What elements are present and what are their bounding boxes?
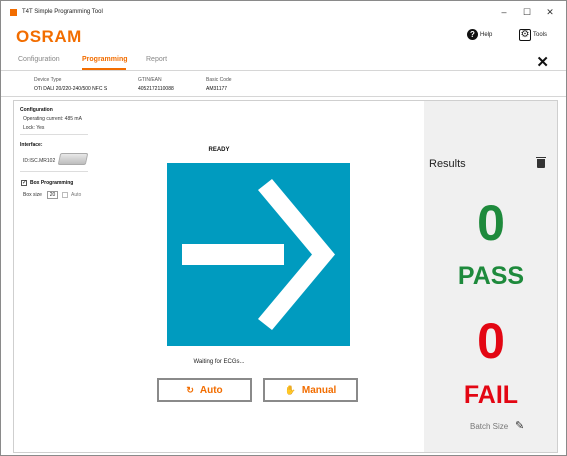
device-code-key: Basic Code: [206, 77, 232, 83]
trash-icon[interactable]: [536, 157, 546, 168]
programming-panel: Configuration Operating current: 485 mA …: [14, 101, 424, 452]
device-code-value: AM31177: [206, 86, 228, 92]
pass-label: PASS: [457, 262, 525, 290]
arrow-right-icon: [182, 179, 335, 330]
window-close-button[interactable]: ✕: [541, 5, 559, 19]
fail-count: 0: [477, 313, 505, 369]
body-area: Configuration Operating current: 485 mA …: [13, 100, 558, 453]
interface-id: ID:ISC.MR102: [23, 158, 56, 164]
results-panel: Results 0 PASS 0 FAIL Batch Size ✎: [425, 101, 557, 452]
status-waiting: Waiting for ECGs...: [193, 359, 245, 365]
tools-icon: ⚙: [519, 29, 531, 41]
window-title: T4T Simple Programming Tool: [22, 9, 103, 15]
manual-button-label: Manual: [301, 384, 337, 396]
status-ready: READY: [208, 147, 230, 153]
minimize-button[interactable]: –: [495, 5, 513, 19]
tab-configuration[interactable]: Configuration: [18, 56, 60, 63]
app-icon: [10, 8, 17, 16]
device-gtin-value: 4052172110088: [138, 86, 174, 92]
help-icon: ?: [467, 29, 478, 40]
title-bar: T4T Simple Programming Tool – ☐ ✕: [1, 1, 566, 23]
lock-status: Lock: Yes: [23, 125, 45, 131]
active-tab-indicator: [82, 68, 126, 70]
close-icon[interactable]: ✕: [536, 53, 549, 71]
help-label: Help: [480, 31, 493, 38]
divider: [20, 134, 88, 135]
device-info-bar: Device Type OTi DALI 20/220-240/500 NFC …: [1, 73, 566, 97]
device-type: Device Type OTi DALI 20/220-240/500 NFC …: [34, 77, 107, 92]
auto-button-label: Auto: [199, 384, 223, 396]
device-type-key: Device Type: [34, 77, 62, 83]
osram-logo: OSRAM: [16, 27, 82, 46]
batch-size-label: Batch Size: [470, 422, 509, 431]
auto-label: Auto: [71, 192, 82, 198]
box-programming-checkbox[interactable]: ✓: [21, 180, 27, 186]
tab-report[interactable]: Report: [146, 56, 167, 63]
configuration-title: Configuration: [20, 107, 53, 113]
tools-button[interactable]: ⚙ Tools: [519, 29, 547, 41]
pass-count: 0: [477, 195, 505, 251]
device-basic-code: Basic Code AM31177: [206, 77, 232, 92]
auto-checkbox[interactable]: [62, 192, 68, 198]
auto-button[interactable]: ↻ Auto: [157, 378, 252, 402]
maximize-button[interactable]: ☐: [518, 5, 536, 19]
device-type-value: OTi DALI 20/220-240/500 NFC S: [34, 86, 108, 92]
operating-current: Operating current: 485 mA: [23, 116, 82, 122]
box-programming-label: Box Programming: [30, 180, 74, 186]
tab-bar: Configuration Programming Report: [1, 51, 566, 71]
fail-label: FAIL: [463, 381, 519, 409]
hand-icon: ✋: [284, 384, 296, 395]
tab-programming[interactable]: Programming: [82, 56, 128, 63]
device-gtin-key: GTIN/EAN: [138, 77, 162, 83]
results-title: Results: [429, 158, 466, 170]
box-size-input[interactable]: 20: [47, 191, 58, 199]
manual-button[interactable]: ✋ Manual: [263, 378, 358, 402]
refresh-icon: ↻: [186, 384, 194, 395]
help-button[interactable]: ? Help: [467, 29, 492, 40]
box-size-label: Box size: [23, 192, 42, 198]
pencil-icon[interactable]: ✎: [515, 419, 524, 432]
device-gtin: GTIN/EAN 4052172110088: [138, 77, 174, 92]
interface-device-icon: [57, 153, 89, 165]
divider: [20, 171, 88, 172]
arrow-panel: [167, 163, 350, 346]
app-window: T4T Simple Programming Tool – ☐ ✕ OSRAM …: [0, 0, 567, 456]
tools-label: Tools: [533, 32, 548, 38]
